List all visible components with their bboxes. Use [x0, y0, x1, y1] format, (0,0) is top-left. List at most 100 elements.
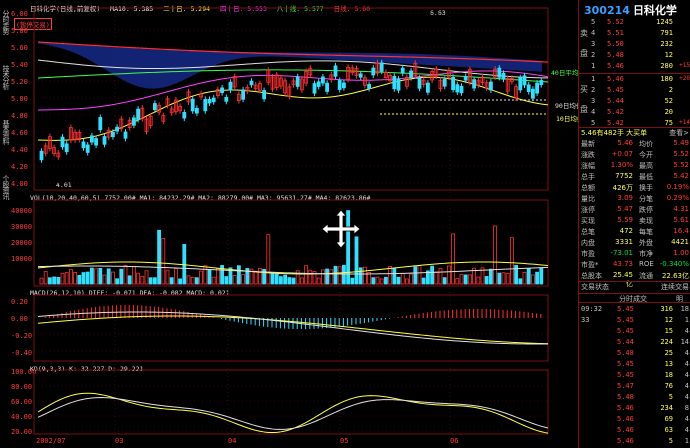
tick-price: 5.45: [617, 327, 634, 335]
bid-row[interactable]: 3 5.44 52: [579, 97, 690, 108]
tick-price: 5.45: [617, 316, 634, 324]
volume-bar-up: [60, 272, 65, 285]
stat-row: 涨停 5.47 跌停 4.31: [579, 205, 690, 214]
volume-bar-up: [73, 272, 77, 285]
volume-bar-up: [39, 277, 44, 285]
tick-price: 5.48: [617, 349, 634, 357]
tick-volume: 234: [660, 404, 673, 412]
stat-row: 总笔 472 每笔 16.4: [579, 227, 690, 236]
volume-bar-up: [329, 269, 334, 285]
stat-value: 426万: [612, 184, 633, 192]
candle-down: [123, 131, 128, 139]
tick-volume: 15: [664, 327, 673, 335]
big-order-row[interactable]: 5.46有482手 大买单 查看>: [579, 127, 690, 137]
bid-level: 2: [591, 86, 596, 94]
bid-row[interactable]: 1 5.46 180 +20: [579, 75, 690, 86]
x-tick-label: 03: [115, 437, 124, 445]
ask-row[interactable]: 3 5.50 232: [579, 40, 690, 51]
bid-row[interactable]: 2 5.45 2: [579, 86, 690, 97]
x-tick-label: 05: [340, 437, 349, 445]
chart-area[interactable]: 分时走势 技术分析 基本资料 个股资讯 日科化学(日线,前复权) MA10: 5…: [0, 0, 583, 448]
stat-key: 市盈: [581, 250, 595, 258]
stat-value: 5.49: [673, 139, 689, 147]
stat-row: 涨跌 +0.07 今开 5.52: [579, 150, 690, 159]
stock-code: 300214: [584, 4, 630, 17]
stat-key: 每笔: [639, 228, 653, 236]
stat-value: 5.61: [673, 216, 689, 224]
candle-down: [60, 136, 65, 148]
stat-value: 472: [619, 227, 633, 235]
stat-value: 5.46: [617, 139, 633, 147]
candle-down: [115, 126, 119, 132]
tick-row: 5.46 63 4: [579, 426, 690, 435]
stock-header: 300214 日科化学: [581, 2, 677, 18]
volume-bar-down: [90, 267, 94, 285]
ticks-header-detail[interactable]: 明: [676, 294, 683, 304]
candle-down: [94, 138, 98, 146]
stat-value: 5.52: [673, 161, 689, 169]
tick-price: 5.46: [617, 404, 634, 412]
stat-key: 市净: [639, 250, 653, 258]
candle-down: [220, 87, 225, 93]
volume-bar-up: [136, 272, 141, 285]
volume-bar-down: [127, 275, 132, 285]
ask-row[interactable]: 1 5.46 280 +15: [579, 62, 690, 73]
stat-value: 0.19%: [666, 183, 689, 191]
tick-count: 4: [684, 360, 689, 368]
tick-row: 5.46 69 4: [579, 415, 690, 424]
volume-bar-up: [241, 274, 246, 285]
bid-row[interactable]: 4 5.42 20: [579, 108, 690, 119]
candle-down: [463, 76, 468, 81]
stat-value: 7752: [615, 172, 633, 180]
tick-time: 09:32: [581, 305, 603, 313]
stat-value: 5.52: [673, 150, 689, 158]
volume-bar-down: [535, 271, 539, 285]
volume-bar-up: [173, 268, 178, 285]
volume-bar-up: [161, 238, 166, 285]
ticks-header-title[interactable]: 分时成交: [619, 294, 647, 304]
volume-bar-up: [304, 265, 309, 285]
volume-bar-down: [278, 276, 283, 285]
chart-canvas[interactable]: [0, 0, 578, 448]
trade-status-label[interactable]: 交易状态: [581, 282, 609, 292]
tick-price: 5.44: [617, 338, 634, 346]
volume-bar-down: [371, 277, 376, 285]
tick-count: 4: [684, 393, 689, 401]
volume-bar-down: [354, 236, 359, 285]
ask-row[interactable]: 2 5.48 12: [579, 51, 690, 62]
volume-bar-down: [81, 272, 86, 285]
tick-row: 5.44 224 14: [579, 338, 690, 347]
volume-bar-up: [509, 237, 514, 285]
volume-bar-up: [102, 274, 107, 285]
ask-row[interactable]: 4 5.51 791: [579, 29, 690, 40]
ask-row[interactable]: 5 5.52 1245: [579, 18, 690, 29]
volume-bar-down: [392, 267, 397, 285]
volume-bar-up: [144, 270, 149, 285]
volume-bar-down: [283, 274, 288, 285]
stat-value: 43.73: [612, 260, 633, 268]
candle-down: [501, 72, 506, 80]
stat-row: 总额 426万 换手 0.19%: [579, 183, 690, 192]
volume-bar-up: [400, 273, 405, 285]
tick-count: 1: [684, 316, 689, 324]
trade-status-row: 交易状态 连续交易: [579, 281, 690, 291]
candle-down: [203, 98, 208, 112]
tick-price: 5.45: [617, 360, 634, 368]
volume-bar-down: [442, 277, 447, 285]
big-order-view[interactable]: 查看>: [669, 128, 689, 138]
bid-change: +20: [679, 75, 690, 82]
trade-status-value: 连续交易: [661, 283, 689, 291]
tick-volume: 13: [664, 360, 673, 368]
volume-bar-down: [152, 277, 157, 285]
volume-bar-up: [476, 276, 481, 285]
candle-down: [442, 78, 447, 87]
tick-volume: 76: [664, 382, 673, 390]
bid-price: 5.42: [607, 119, 624, 127]
volume-bar-down: [194, 277, 199, 285]
candle-down: [358, 73, 363, 78]
stat-value: 22.63亿: [661, 272, 689, 280]
candle-down: [85, 144, 90, 153]
volume-bar-up: [362, 266, 367, 285]
candle-down: [518, 77, 523, 91]
stat-key: 卖现: [639, 217, 653, 225]
